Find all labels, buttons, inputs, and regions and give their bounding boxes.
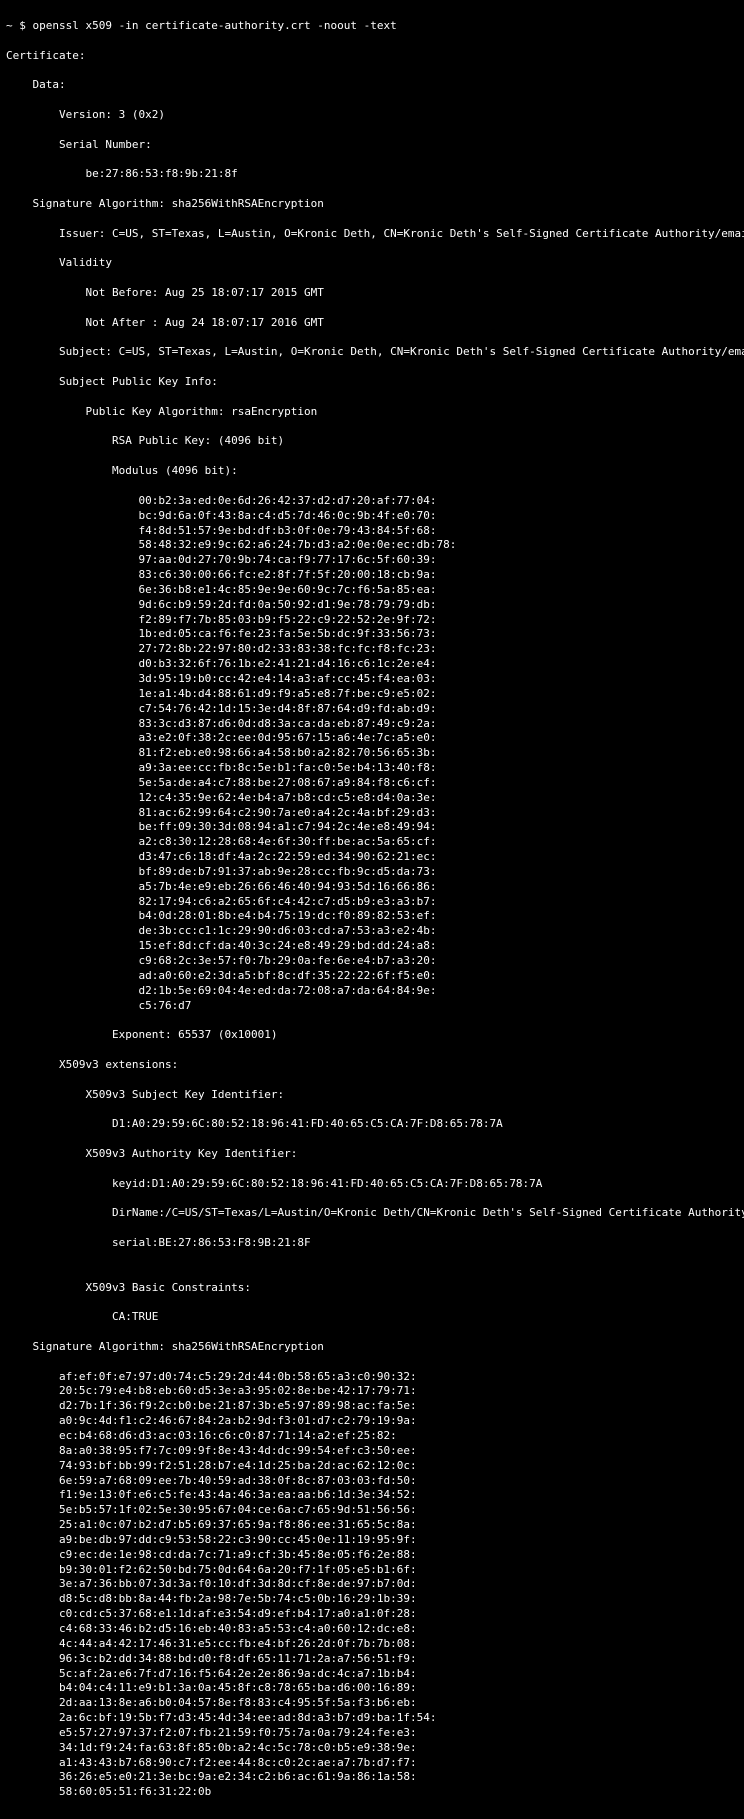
- modulus-line: d2:1b:5e:69:04:4e:ed:da:72:08:a7:da:64:8…: [6, 984, 738, 999]
- signature-block: af:ef:0f:e7:97:d0:74:c5:29:2d:44:0b:58:6…: [6, 1370, 738, 1800]
- signature-line: 36:26:e5:e0:21:3e:bc:9a:e2:34:c2:b6:ac:6…: [6, 1770, 738, 1785]
- signature-line: 4c:44:a4:42:17:46:31:e5:cc:fb:e4:bf:26:2…: [6, 1637, 738, 1652]
- signature-line: b9:30:01:f2:62:50:bd:75:0d:64:6a:20:f7:1…: [6, 1563, 738, 1578]
- terminal-output: ~ $ openssl x509 -in certificate-authori…: [0, 0, 744, 1819]
- signature-line: 5c:af:2a:e6:7f:d7:16:f5:64:2e:2e:86:9a:d…: [6, 1667, 738, 1682]
- version-line: Version: 3 (0x2): [6, 108, 738, 123]
- pka-line: Public Key Algorithm: rsaEncryption: [6, 405, 738, 420]
- modulus-line: 27:72:8b:22:97:80:d2:33:83:38:fc:fc:f8:f…: [6, 642, 738, 657]
- signature-line: 5e:b5:57:1f:02:5e:30:95:67:04:ce:6a:c7:6…: [6, 1503, 738, 1518]
- signature-line: 6e:59:a7:68:09:ee:7b:40:59:ad:38:0f:8c:8…: [6, 1474, 738, 1489]
- modulus-line: 81:ac:62:99:64:c2:90:7a:e0:a4:2c:4a:bf:2…: [6, 806, 738, 821]
- signature-line: c0:cd:c5:37:68:e1:1d:af:e3:54:d9:ef:b4:1…: [6, 1607, 738, 1622]
- modulus-line: 1e:a1:4b:d4:88:61:d9:f9:a5:e8:7f:be:c9:e…: [6, 687, 738, 702]
- modulus-line: 12:c4:35:9e:62:4e:b4:a7:b8:cd:c5:e8:d4:0…: [6, 791, 738, 806]
- modulus-line: d3:47:c6:18:df:4a:2c:22:59:ed:34:90:62:2…: [6, 850, 738, 865]
- signature-line: a9:be:db:97:dd:c9:53:58:22:c3:90:cc:45:0…: [6, 1533, 738, 1548]
- signature-line: 25:a1:0c:07:b2:d7:b5:69:37:65:9a:f8:86:e…: [6, 1518, 738, 1533]
- signature-line: c4:68:33:46:b2:d5:16:eb:40:83:a5:53:c4:a…: [6, 1622, 738, 1637]
- modulus-line: c9:68:2c:3e:57:f0:7b:29:0a:fe:6e:e4:b7:a…: [6, 954, 738, 969]
- aki-label: X509v3 Authority Key Identifier:: [6, 1147, 738, 1162]
- signature-line: af:ef:0f:e7:97:d0:74:c5:29:2d:44:0b:58:6…: [6, 1370, 738, 1385]
- signature-line: b4:04:c4:11:e9:b1:3a:0a:45:8f:c8:78:65:b…: [6, 1681, 738, 1696]
- serial-value: be:27:86:53:f8:9b:21:8f: [6, 167, 738, 182]
- not-before: Not Before: Aug 25 18:07:17 2015 GMT: [6, 286, 738, 301]
- modulus-line: de:3b:cc:c1:1c:29:90:d6:03:cd:a7:53:a3:e…: [6, 924, 738, 939]
- signature-line: c9:ec:de:1e:98:cd:da:7c:71:a9:cf:3b:45:8…: [6, 1548, 738, 1563]
- spki-label: Subject Public Key Info:: [6, 375, 738, 390]
- modulus-line: 1b:ed:05:ca:f6:fe:23:fa:5e:5b:dc:9f:33:5…: [6, 627, 738, 642]
- issuer-line: Issuer: C=US, ST=Texas, L=Austin, O=Kron…: [6, 227, 738, 242]
- signature-line: 2d:aa:13:8e:a6:b0:04:57:8e:f8:83:c4:95:5…: [6, 1696, 738, 1711]
- modulus-line: 5e:5a:de:a4:c7:88:be:27:08:67:a9:84:f8:c…: [6, 776, 738, 791]
- prompt-tilde: ~: [6, 19, 13, 32]
- ski-label: X509v3 Subject Key Identifier:: [6, 1088, 738, 1103]
- signature-line: e5:57:27:97:37:f2:07:fb:21:59:f0:75:7a:0…: [6, 1726, 738, 1741]
- modulus-line: 3d:95:19:b0:cc:42:e4:14:a3:af:cc:45:f4:e…: [6, 672, 738, 687]
- modulus-line: c5:76:d7: [6, 999, 738, 1014]
- rsa-key-line: RSA Public Key: (4096 bit): [6, 434, 738, 449]
- modulus-line: b4:0d:28:01:8b:e4:b4:75:19:dc:f0:89:82:5…: [6, 909, 738, 924]
- exponent-line: Exponent: 65537 (0x10001): [6, 1028, 738, 1043]
- modulus-line: bf:89:de:b7:91:37:ab:9e:28:cc:fb:9c:d5:d…: [6, 865, 738, 880]
- command-line: ~ $ openssl x509 -in certificate-authori…: [6, 19, 738, 34]
- modulus-line: 83:c6:30:00:66:fc:e2:8f:7f:5f:20:00:18:c…: [6, 568, 738, 583]
- data-label: Data:: [6, 78, 738, 93]
- signature-line: 2a:6c:bf:19:5b:f7:d3:45:4d:34:ee:ad:8d:a…: [6, 1711, 738, 1726]
- modulus-line: a2:c8:30:12:28:68:4e:6f:30:ff:be:ac:5a:6…: [6, 835, 738, 850]
- modulus-line: ad:a0:60:e2:3d:a5:bf:8c:df:35:22:22:6f:f…: [6, 969, 738, 984]
- bc-value: CA:TRUE: [6, 1310, 738, 1325]
- modulus-line: 00:b2:3a:ed:0e:6d:26:42:37:d2:d7:20:af:7…: [6, 494, 738, 509]
- prompt-dollar: $: [19, 19, 26, 32]
- modulus-line: 83:3c:d3:87:d6:0d:d8:3a:ca:da:eb:87:49:c…: [6, 717, 738, 732]
- ski-value: D1:A0:29:59:6C:80:52:18:96:41:FD:40:65:C…: [6, 1117, 738, 1132]
- modulus-line: bc:9d:6a:0f:43:8a:c4:d5:7d:46:0c:9b:4f:e…: [6, 509, 738, 524]
- command-text: openssl x509 -in certificate-authority.c…: [33, 19, 397, 32]
- signature-line: d2:7b:1f:36:f9:2c:b0:be:21:87:3b:e5:97:8…: [6, 1399, 738, 1414]
- modulus-line: c7:54:76:42:1d:15:3e:d4:8f:87:64:d9:fd:a…: [6, 702, 738, 717]
- sig-algo-bottom: Signature Algorithm: sha256WithRSAEncryp…: [6, 1340, 738, 1355]
- modulus-line: 58:48:32:e9:9c:62:a6:24:7b:d3:a2:0e:0e:e…: [6, 538, 738, 553]
- modulus-line: a9:3a:ee:cc:fb:8c:5e:b1:fa:c0:5e:b4:13:4…: [6, 761, 738, 776]
- modulus-block: 00:b2:3a:ed:0e:6d:26:42:37:d2:d7:20:af:7…: [6, 494, 738, 1014]
- cert-header: Certificate:: [6, 49, 738, 64]
- modulus-label: Modulus (4096 bit):: [6, 464, 738, 479]
- modulus-line: f4:8d:51:57:9e:bd:df:b3:0f:0e:79:43:84:5…: [6, 524, 738, 539]
- aki-keyid: keyid:D1:A0:29:59:6C:80:52:18:96:41:FD:4…: [6, 1177, 738, 1192]
- ext-label: X509v3 extensions:: [6, 1058, 738, 1073]
- signature-line: f1:9e:13:0f:e6:c5:fe:43:4a:46:3a:ea:aa:b…: [6, 1488, 738, 1503]
- signature-line: 34:1d:f9:24:fa:63:8f:85:0b:a2:4c:5c:78:c…: [6, 1741, 738, 1756]
- signature-line: 3e:a7:36:bb:07:3d:3a:f0:10:df:3d:8d:cf:8…: [6, 1577, 738, 1592]
- subject-line: Subject: C=US, ST=Texas, L=Austin, O=Kro…: [6, 345, 738, 360]
- validity-label: Validity: [6, 256, 738, 271]
- signature-line: d8:5c:d8:bb:8a:44:fb:2a:98:7e:5b:74:c5:0…: [6, 1592, 738, 1607]
- modulus-line: 9d:6c:b9:59:2d:fd:0a:50:92:d1:9e:78:79:7…: [6, 598, 738, 613]
- signature-line: a1:43:43:b7:68:90:c7:f2:ee:44:8c:c0:2c:a…: [6, 1756, 738, 1771]
- signature-line: a0:9c:4d:f1:c2:46:67:84:2a:b2:9d:f3:01:d…: [6, 1414, 738, 1429]
- modulus-line: f2:89:f7:7b:85:03:b9:f5:22:c9:22:52:2e:9…: [6, 613, 738, 628]
- modulus-line: d0:b3:32:6f:76:1b:e2:41:21:d4:16:c6:1c:2…: [6, 657, 738, 672]
- signature-line: 96:3c:b2:dd:34:88:bd:d0:f8:df:65:11:71:2…: [6, 1652, 738, 1667]
- modulus-line: 6e:36:b8:e1:4c:85:9e:9e:60:9c:7c:f6:5a:8…: [6, 583, 738, 598]
- modulus-line: 15:ef:8d:cf:da:40:3c:24:e8:49:29:bd:dd:2…: [6, 939, 738, 954]
- signature-line: 74:93:bf:bb:99:f2:51:28:b7:e4:1d:25:ba:2…: [6, 1459, 738, 1474]
- modulus-line: 97:aa:0d:27:70:9b:74:ca:f9:77:17:6c:5f:6…: [6, 553, 738, 568]
- signature-line: 20:5c:79:e4:b8:eb:60:d5:3e:a3:95:02:8e:b…: [6, 1384, 738, 1399]
- modulus-line: a5:7b:4e:e9:eb:26:66:46:40:94:93:5d:16:6…: [6, 880, 738, 895]
- signature-line: 8a:a0:38:95:f7:7c:09:9f:8e:43:4d:dc:99:5…: [6, 1444, 738, 1459]
- bc-label: X509v3 Basic Constraints:: [6, 1281, 738, 1296]
- sig-algo-top: Signature Algorithm: sha256WithRSAEncryp…: [6, 197, 738, 212]
- modulus-line: a3:e2:0f:38:2c:ee:0d:95:67:15:a6:4e:7c:a…: [6, 731, 738, 746]
- serial-label: Serial Number:: [6, 138, 738, 153]
- signature-line: 58:60:05:51:f6:31:22:0b: [6, 1785, 738, 1800]
- signature-line: ec:b4:68:d6:d3:ac:03:16:c6:c0:87:71:14:a…: [6, 1429, 738, 1444]
- modulus-line: be:ff:09:30:3d:08:94:a1:c7:94:2c:4e:e8:4…: [6, 820, 738, 835]
- not-after: Not After : Aug 24 18:07:17 2016 GMT: [6, 316, 738, 331]
- aki-dirname: DirName:/C=US/ST=Texas/L=Austin/O=Kronic…: [6, 1206, 738, 1221]
- modulus-line: 82:17:94:c6:a2:65:6f:c4:42:c7:d5:b9:e3:a…: [6, 895, 738, 910]
- aki-serial: serial:BE:27:86:53:F8:9B:21:8F: [6, 1236, 738, 1251]
- modulus-line: 81:f2:eb:e0:98:66:a4:58:b0:a2:82:70:56:6…: [6, 746, 738, 761]
